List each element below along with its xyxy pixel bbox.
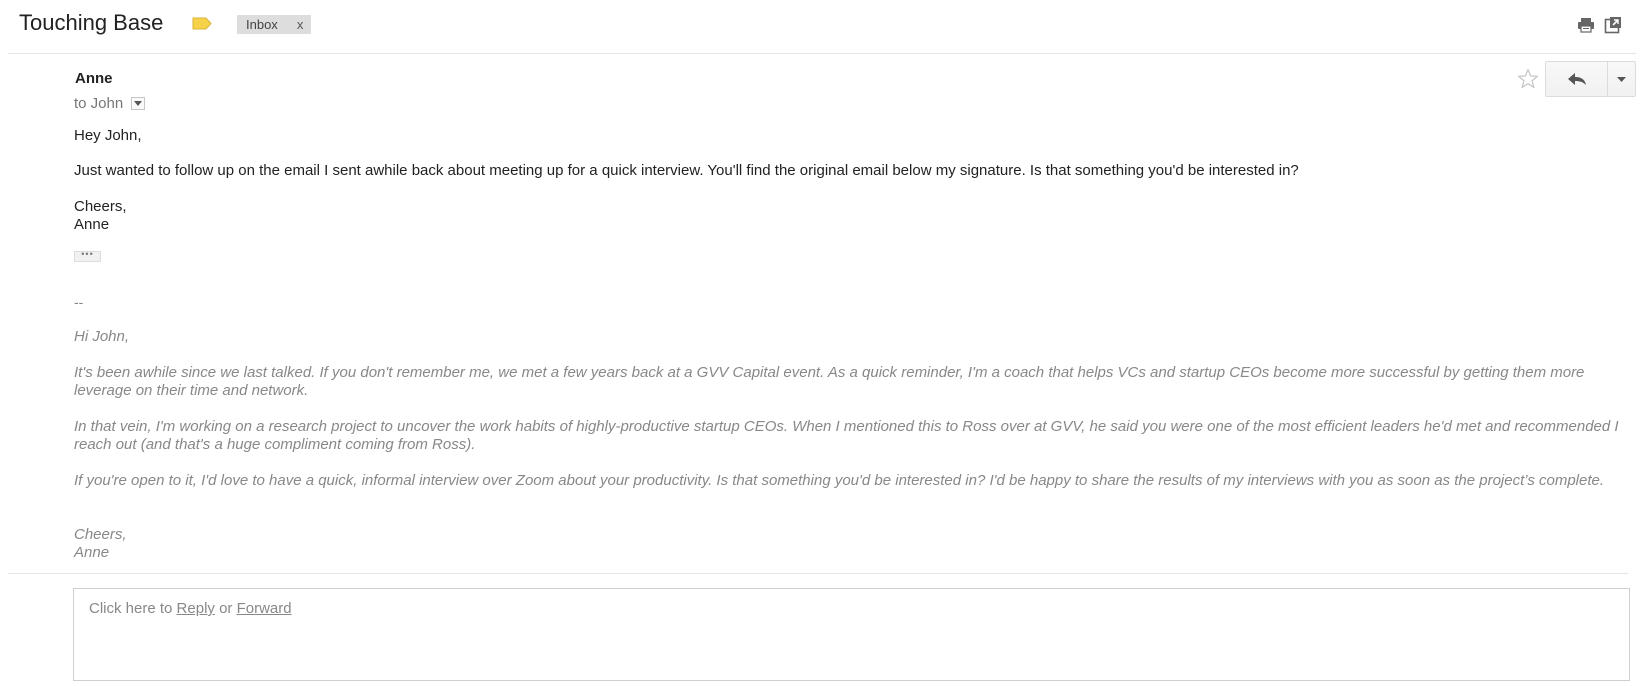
recipients-text: to John	[74, 95, 124, 112]
quoted-greeting: Hi John,	[74, 328, 130, 345]
dropdown-arrow-icon	[1617, 76, 1626, 82]
star-icon[interactable]	[1516, 67, 1540, 91]
remove-label-button[interactable]: x	[278, 17, 312, 32]
reply-button[interactable]	[1546, 62, 1608, 96]
quoted-closing: Cheers,	[74, 526, 127, 543]
reply-box[interactable]: Click here to Reply or Forward	[73, 588, 1630, 681]
reply-prompt-or: or	[219, 600, 233, 617]
subject-title: Touching Base	[19, 10, 164, 35]
reply-icon	[1567, 73, 1586, 85]
label-tag-icon[interactable]	[192, 17, 212, 30]
signature-separator: --	[74, 294, 84, 310]
forward-link[interactable]: Forward	[237, 600, 292, 617]
show-trimmed-content-button[interactable]: •••	[74, 249, 101, 262]
quoted-paragraph: It's been awhile since we last talked. I…	[74, 364, 1585, 399]
message-paragraph: Just wanted to follow up on the email I …	[74, 162, 1299, 179]
ellipsis-text: •••	[81, 249, 94, 259]
message-signature: Anne	[74, 216, 110, 233]
reply-prompt: Click here to Reply or Forward	[89, 600, 292, 617]
more-actions-button[interactable]	[1608, 62, 1635, 96]
reply-button-group	[1545, 61, 1636, 97]
message-closing: Cheers,	[74, 198, 127, 215]
quoted-paragraph: In that vein, I'm working on a research …	[74, 418, 1619, 453]
reply-link[interactable]: Reply	[177, 600, 215, 617]
quoted-paragraph: If you're open to it, I'd love to have a…	[74, 472, 1605, 489]
message-greeting: Hey John,	[74, 127, 142, 144]
show-details-button[interactable]	[131, 97, 146, 110]
print-icon[interactable]	[1577, 16, 1595, 34]
quoted-signature: Anne	[74, 544, 110, 561]
recipients-line: to John	[74, 95, 146, 112]
inbox-label-chip[interactable]: Inbox x	[237, 15, 312, 34]
sender-name[interactable]: Anne	[75, 70, 113, 87]
message-divider	[8, 573, 1628, 574]
reply-prompt-prefix: Click here to	[89, 600, 173, 617]
thread-header: Touching Base Inbox x	[8, 0, 1636, 54]
new-window-icon[interactable]	[1604, 16, 1622, 34]
chevron-down-icon	[134, 101, 143, 106]
inbox-label-text: Inbox	[246, 17, 278, 32]
